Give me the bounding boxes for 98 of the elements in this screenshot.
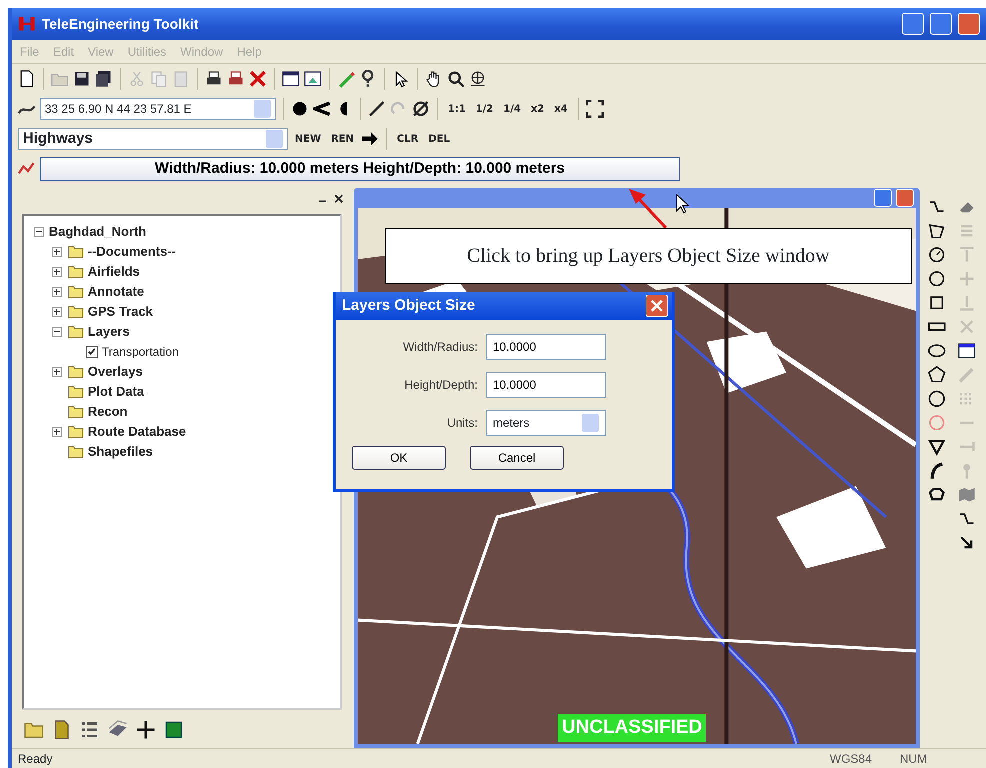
zoom-button[interactable]: x2 [528,100,548,118]
expander-icon[interactable] [50,245,64,259]
list-icon[interactable] [80,720,100,740]
dialog-button[interactable]: OK [352,446,446,470]
search-icon[interactable] [447,70,465,88]
maximize-button[interactable] [930,13,952,35]
folder-icon[interactable] [24,720,44,740]
object-size-button[interactable]: Width/Radius: 10.000 meters Height/Depth: 10.000 meters [40,157,680,181]
units-select[interactable]: meters [486,410,606,436]
classification-banner: UNCLASSIFIED [558,714,706,742]
field-label: Units: [446,415,479,432]
dialog-title: Layers Object Size [342,296,476,316]
zoom-button[interactable]: x4 [552,100,571,118]
folder-icon [67,404,85,420]
dot-icon[interactable] [291,100,309,118]
tree-item[interactable]: Plot Data [88,382,144,402]
tree-item[interactable]: Airfields [88,262,140,282]
circle-icon[interactable] [928,390,946,408]
folder-icon [67,444,85,460]
circle-icon[interactable] [928,246,946,264]
status-datum: WGS84 [830,750,874,768]
expander-icon[interactable] [32,225,46,239]
map-icon[interactable] [958,486,976,504]
folder-icon [67,364,85,380]
expander-icon[interactable] [50,285,64,299]
input-field[interactable]: 10.0000 [486,334,606,360]
folder-icon [67,384,85,400]
window-title: TeleEngineering Toolkit [42,14,200,34]
close-button[interactable] [646,295,668,317]
circle-icon[interactable] [928,270,946,288]
save-all-icon[interactable] [95,70,113,88]
arc-icon[interactable] [928,462,946,480]
pentagon-icon[interactable] [928,366,946,384]
checkbox[interactable] [85,345,99,359]
folder-icon [67,304,85,320]
status-text: Ready [18,750,54,768]
minimize-button[interactable] [902,13,924,35]
expander-icon[interactable] [50,425,64,439]
expander-icon[interactable] [50,265,64,279]
tree-item[interactable]: GPS Track [88,302,154,322]
tree-item[interactable]: Annotate [88,282,144,302]
close-icon[interactable] [332,192,346,206]
tree-item[interactable]: Route Database [88,422,186,442]
fit-screen-icon[interactable] [586,100,604,118]
zoom-button[interactable]: 1/4 [500,100,524,118]
layer-button[interactable]: CLR [394,130,422,148]
close-button[interactable] [958,13,980,35]
folder-icon [67,284,85,300]
window-icon[interactable] [282,70,300,88]
app-logo-icon [18,15,36,33]
new-document-icon[interactable] [18,70,36,88]
folder-icon [67,424,85,440]
angle-icon[interactable] [313,100,331,118]
field-label: Width/Radius: [402,339,479,356]
maximize-button[interactable] [874,189,892,207]
tree-item[interactable]: Transportation [102,343,179,361]
layer-select[interactable]: Highways [18,128,288,150]
expander-icon[interactable] [50,305,64,319]
field-label: Height/Depth: [404,377,479,394]
expander-icon[interactable] [50,325,64,339]
layer-button[interactable]: REN [328,130,358,148]
tree-item[interactable]: Overlays [88,362,143,382]
square-icon[interactable] [928,294,946,312]
input-field[interactable]: 10.0000 [486,372,606,398]
zoom-button[interactable]: 1:1 [445,100,469,118]
image-window-icon[interactable] [304,70,322,88]
tree-item[interactable]: Shapefiles [88,442,154,462]
line-icon[interactable] [368,100,386,118]
plus-icon[interactable] [136,720,156,740]
tree-item[interactable]: Baghdad_North [49,222,146,242]
null-icon[interactable] [412,100,430,118]
ellipse-icon[interactable] [928,342,946,360]
tree-item[interactable]: Recon [88,402,128,422]
save-icon[interactable] [73,70,91,88]
globe-icon[interactable] [469,70,487,88]
polygon-icon[interactable] [928,222,946,240]
window-icon[interactable] [958,342,976,360]
folder-icon [67,244,85,260]
layer-button[interactable]: NEW [292,130,324,148]
triangle-icon[interactable] [928,438,946,456]
tree-item[interactable]: --Documents-- [88,242,176,262]
delete-icon[interactable] [249,70,267,88]
folder-icon [67,264,85,280]
square-icon[interactable] [164,720,184,740]
folder-icon [67,324,85,340]
pen-icon[interactable] [337,70,355,88]
close-button[interactable] [896,189,914,207]
status-numlock: NUM [900,750,928,768]
coordinate-field[interactable]: 33 25 6.90 N 44 23 57.81 E [40,98,276,120]
document-icon[interactable] [52,720,72,740]
dialog-button[interactable]: Cancel [470,446,564,470]
zoom-button[interactable]: 1/2 [472,100,496,118]
arrow-right-icon[interactable] [361,130,380,148]
arrow [628,188,668,229]
tree-item[interactable]: Layers [88,322,130,342]
expander-icon[interactable] [50,365,64,379]
layer-button[interactable]: DEL [426,130,454,148]
cursor-icon [676,194,692,214]
